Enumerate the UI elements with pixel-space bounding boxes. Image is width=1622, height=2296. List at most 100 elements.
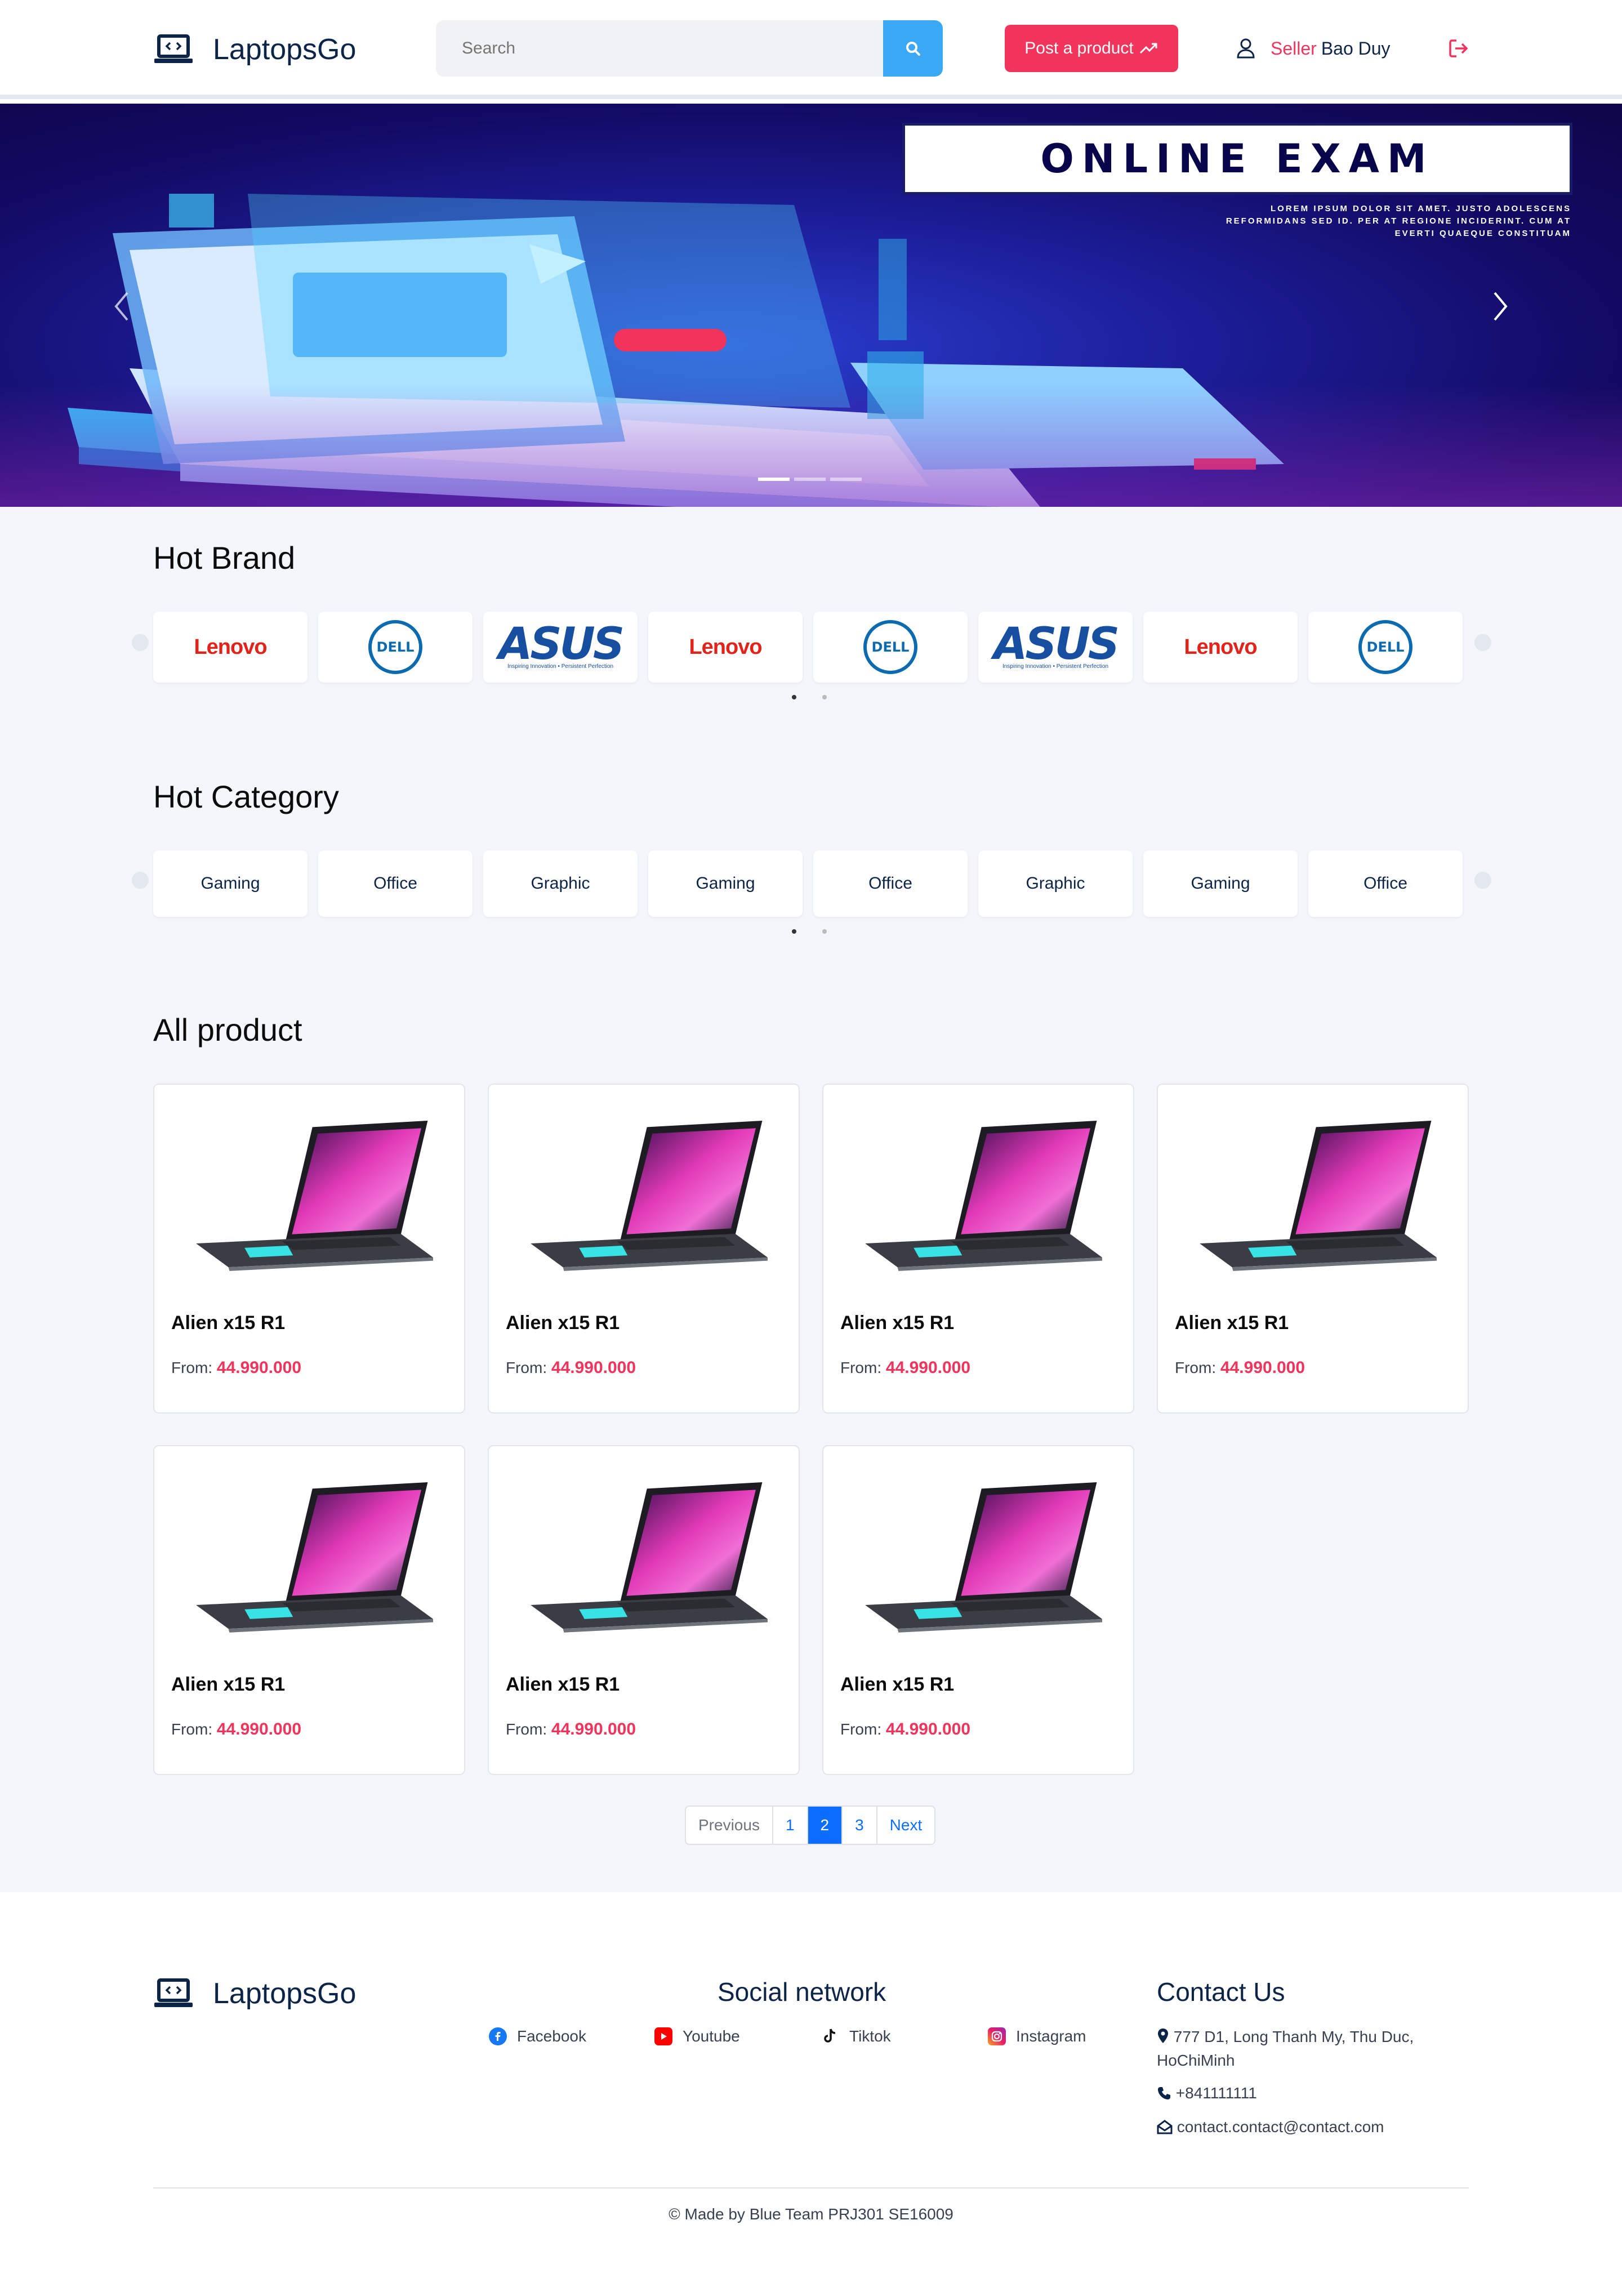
search-button[interactable] xyxy=(883,20,943,77)
product-name[interactable]: Alien x15 R1 xyxy=(506,1674,620,1696)
pagination-previous[interactable]: Previous xyxy=(686,1807,772,1844)
category-tile[interactable]: Office xyxy=(1308,850,1463,917)
asus-wordmark: ASUS xyxy=(498,618,625,670)
product-card[interactable]: Alien x15 R1 From: 44.990.000 xyxy=(822,1445,1134,1775)
brand-tile[interactable]: DELL xyxy=(318,612,473,683)
product-card[interactable]: Alien x15 R1 From: 44.990.000 xyxy=(822,1084,1134,1414)
brand-next-arrow-icon[interactable] xyxy=(1474,634,1491,651)
brand-tile[interactable]: ASUS Inspiring Innovation • Persistent Pe… xyxy=(978,612,1133,683)
search-bar xyxy=(436,20,943,77)
product-card[interactable]: Alien x15 R1 From: 44.990.000 xyxy=(153,1084,465,1414)
youtube-label: Youtube xyxy=(683,2027,740,2045)
price-value: 44.990.000 xyxy=(216,1720,302,1738)
post-product-button[interactable]: Post a product xyxy=(1005,25,1178,72)
category-carousel-dot[interactable] xyxy=(822,929,827,934)
product-image[interactable] xyxy=(829,1090,1128,1299)
site-header: LaptopsGo Post a product Seller Bao Duy xyxy=(0,0,1622,99)
category-tile[interactable]: Graphic xyxy=(978,850,1133,917)
contact-phone-text: +841111111 xyxy=(1175,2084,1257,2102)
banner-next-arrow-icon[interactable] xyxy=(1489,289,1512,323)
category-prev-arrow-icon[interactable] xyxy=(132,872,149,889)
product-name[interactable]: Alien x15 R1 xyxy=(1175,1312,1289,1334)
social-link-facebook[interactable]: Facebook xyxy=(489,2027,586,2045)
price-prefix: From: xyxy=(1175,1359,1216,1376)
map-marker-icon xyxy=(1158,2028,1168,2043)
category-tile[interactable]: Office xyxy=(813,850,968,917)
contact-email-text: contact.contact@contact.com xyxy=(1177,2118,1384,2135)
product-name[interactable]: Alien x15 R1 xyxy=(840,1674,954,1696)
price-prefix: From: xyxy=(506,1359,547,1376)
dell-logo: DELL xyxy=(1358,620,1412,674)
pagination-page-2[interactable]: 2 xyxy=(806,1807,842,1844)
social-link-youtube[interactable]: Youtube xyxy=(654,2027,740,2045)
brand-tile[interactable]: ASUS Inspiring Innovation • Persistent Pe… xyxy=(483,612,638,683)
laptop-product-image xyxy=(196,1120,433,1271)
product-image[interactable] xyxy=(160,1090,458,1299)
banner-title: ONLINE EXAM xyxy=(1040,136,1434,182)
price-prefix: From: xyxy=(506,1720,547,1738)
banner-title-box: ONLINE EXAM xyxy=(902,123,1572,195)
site-logo[interactable]: LaptopsGo xyxy=(153,29,356,70)
user-icon xyxy=(1237,38,1255,59)
category-tile[interactable]: Office xyxy=(318,850,473,917)
banner-indicator[interactable] xyxy=(758,478,790,481)
category-tile[interactable]: Gaming xyxy=(153,850,308,917)
category-tile[interactable]: Graphic xyxy=(483,850,638,917)
tiktok-icon xyxy=(821,2027,839,2045)
product-image[interactable] xyxy=(494,1090,793,1299)
product-card[interactable]: Alien x15 R1 From: 44.990.000 xyxy=(488,1084,800,1414)
banner-prev-arrow-icon[interactable] xyxy=(110,289,133,323)
brand-carousel-dot[interactable] xyxy=(792,695,796,699)
laptop-product-image xyxy=(531,1482,768,1633)
category-tile[interactable]: Gaming xyxy=(1143,850,1298,917)
price-value: 44.990.000 xyxy=(216,1358,302,1377)
contact-us-title: Contact Us xyxy=(1157,1977,1285,2007)
brand-carousel-dot[interactable] xyxy=(822,695,827,699)
product-name[interactable]: Alien x15 R1 xyxy=(840,1312,954,1334)
logout-icon[interactable] xyxy=(1447,37,1470,60)
facebook-label: Facebook xyxy=(517,2027,586,2045)
product-image[interactable] xyxy=(829,1452,1128,1660)
asus-tagline: Inspiring Innovation • Persistent Perfec… xyxy=(507,663,614,670)
category-tile[interactable]: Gaming xyxy=(648,850,803,917)
brand-tile[interactable]: Lenovo xyxy=(1143,612,1298,683)
product-name[interactable]: Alien x15 R1 xyxy=(171,1674,285,1696)
lenovo-logo: Lenovo xyxy=(194,635,267,659)
pagination-page-3[interactable]: 3 xyxy=(841,1807,876,1844)
search-input[interactable] xyxy=(436,20,881,77)
pagination: Previous 1 2 3 Next xyxy=(685,1805,936,1845)
brand-tile[interactable]: DELL xyxy=(813,612,968,683)
product-price: From: 44.990.000 xyxy=(840,1358,970,1377)
brand-tile[interactable]: Lenovo xyxy=(153,612,308,683)
banner-indicator[interactable] xyxy=(794,478,826,481)
product-image[interactable] xyxy=(494,1452,793,1660)
user-account[interactable]: Seller Bao Duy xyxy=(1237,32,1391,65)
social-link-tiktok[interactable]: Tiktok xyxy=(821,2027,891,2045)
contact-phone[interactable]: +841111111 xyxy=(1157,2081,1257,2105)
footer-divider xyxy=(153,2187,1469,2188)
social-link-instagram[interactable]: Instagram xyxy=(988,2027,1086,2045)
price-value: 44.990.000 xyxy=(551,1720,636,1738)
product-card[interactable]: Alien x15 R1 From: 44.990.000 xyxy=(153,1445,465,1775)
product-image[interactable] xyxy=(1164,1090,1462,1299)
category-carousel-dots xyxy=(792,929,827,934)
pagination-page-1[interactable]: 1 xyxy=(772,1807,807,1844)
asus-wordmark: ASUS xyxy=(993,618,1120,670)
contact-email[interactable]: contact.contact@contact.com xyxy=(1157,2115,1384,2139)
product-name[interactable]: Alien x15 R1 xyxy=(506,1312,620,1334)
pagination-next[interactable]: Next xyxy=(876,1807,935,1844)
category-next-arrow-icon[interactable] xyxy=(1474,872,1491,889)
product-image[interactable] xyxy=(160,1452,458,1660)
footer-logo[interactable]: LaptopsGo xyxy=(153,1977,356,2010)
product-card[interactable]: Alien x15 R1 From: 44.990.000 xyxy=(488,1445,800,1775)
social-network-title: Social network xyxy=(718,1977,886,2007)
trending-up-icon xyxy=(1139,43,1157,54)
brand-prev-arrow-icon[interactable] xyxy=(132,634,149,651)
category-carousel-dot[interactable] xyxy=(792,929,796,934)
brand-tile[interactable]: Lenovo xyxy=(648,612,803,683)
product-name[interactable]: Alien x15 R1 xyxy=(171,1312,285,1334)
banner-subtitle: LOREM IPSUM DOLOR SIT AMET. JUSTO ADOLES… xyxy=(1226,204,1571,238)
brand-tile[interactable]: DELL xyxy=(1308,612,1463,683)
product-card[interactable]: Alien x15 R1 From: 44.990.000 xyxy=(1157,1084,1469,1414)
banner-indicator[interactable] xyxy=(830,478,862,481)
